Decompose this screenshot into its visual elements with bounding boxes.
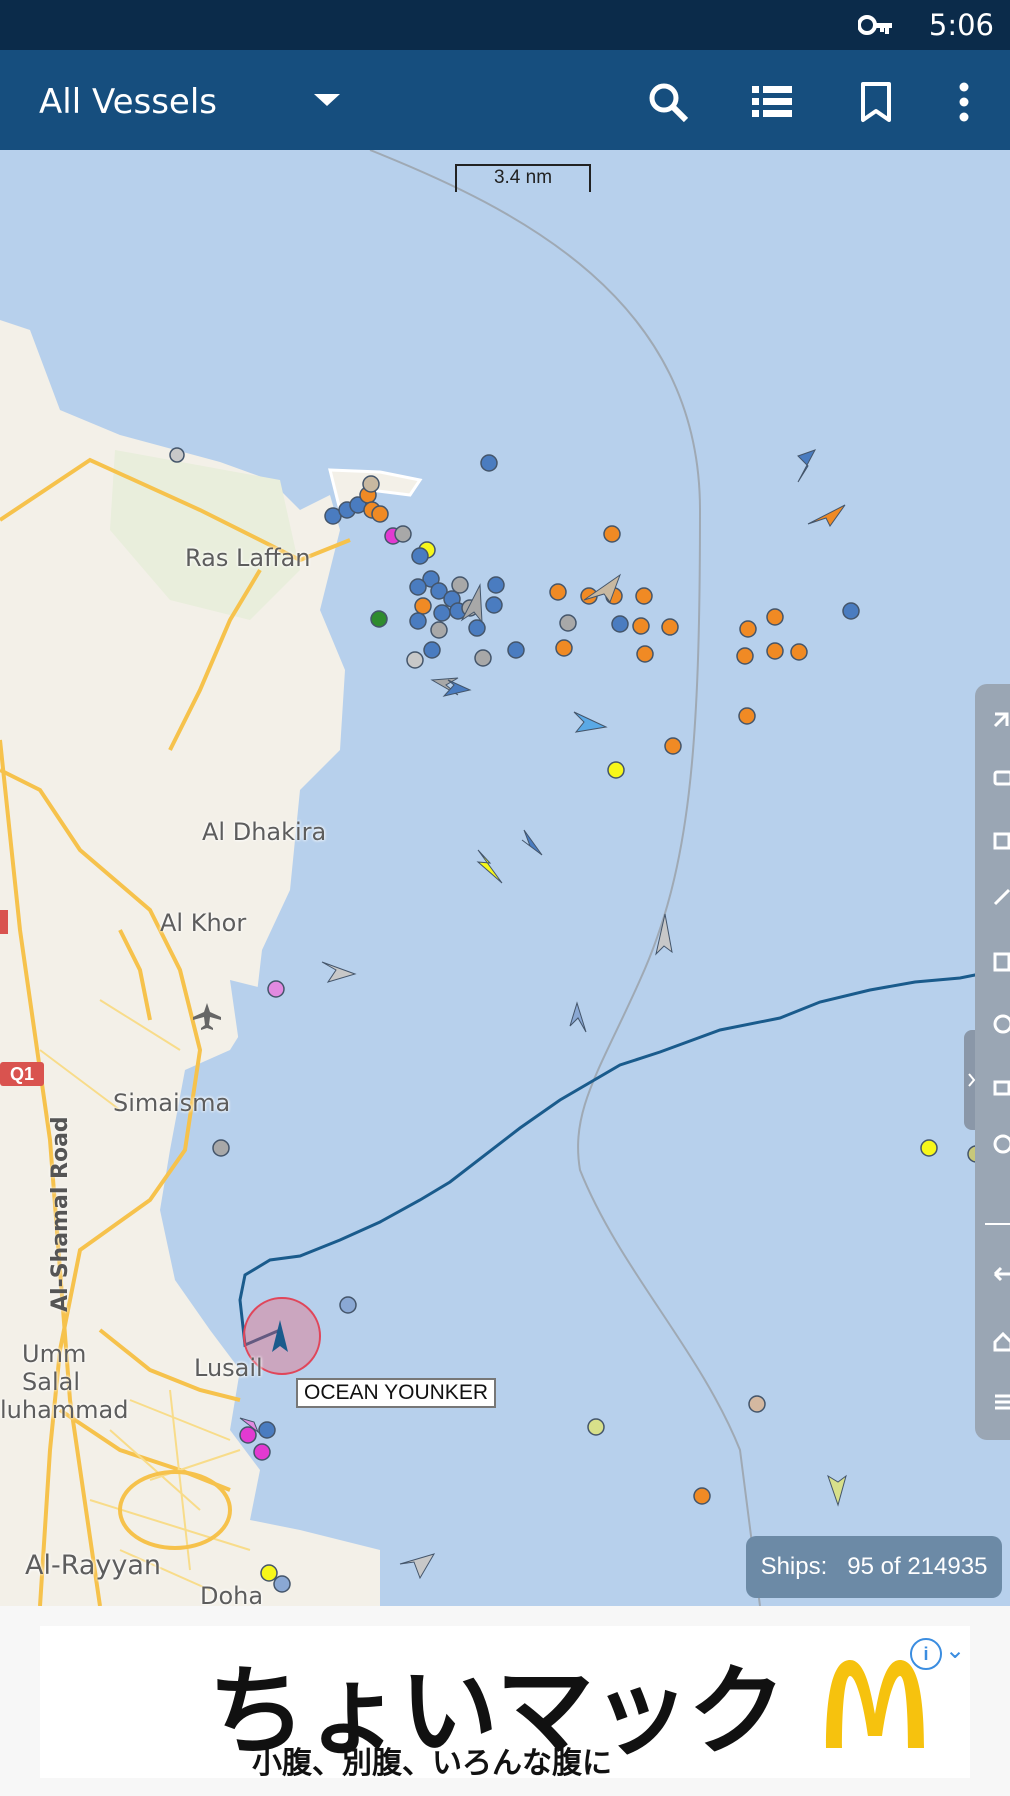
place-ras-laffan: Ras Laffan [185,544,311,572]
place-umm: Umm [22,1340,87,1368]
ships-counter-label: Ships: [760,1553,828,1580]
expand-icon [993,712,1009,728]
calendar-icon [993,832,1010,850]
more-vert-icon[interactable] [940,78,988,126]
clock: 5:06 [928,8,994,42]
bookmark-icon[interactable] [852,78,900,126]
history-icon [993,1134,1010,1154]
road-al-shamal: Al-Shamal Road [48,1116,73,1312]
selected-vessel-label[interactable]: OCEAN YOUNKER [296,1378,496,1408]
place-muhammad: luhammad [0,1396,129,1424]
place-simaisma: Simaisma [113,1089,231,1117]
pencil-icon [993,888,1010,906]
back-icon [993,1266,1010,1282]
road-q1-shield: Q1 [0,1062,44,1086]
vessel-map[interactable]: 3.4 nm Ras Laffan Al Dhakira Al Khor Sim… [0,150,1010,1606]
mcdonalds-logo [820,1656,930,1756]
place-al-rayyan: Al-Rayyan [25,1550,162,1581]
place-al-dhakira: Al Dhakira [202,818,327,846]
ad-info-icon[interactable]: i [910,1638,942,1670]
timer-icon [993,1014,1010,1034]
camera-icon [993,770,1010,786]
ships-counter: Ships: 95 of 214935 [746,1536,1002,1598]
map-scale: 3.4 nm [455,164,591,192]
ad-subline: 小腹、別腹、いろんな腹に [252,1746,612,1781]
home-icon [993,1331,1010,1352]
clipboard-icon [993,952,1010,972]
place-lusail: Lusail [194,1354,263,1382]
gallery-icon [993,1080,1010,1096]
search-icon[interactable] [644,78,692,126]
road-shield-marker [0,910,8,934]
menu-icon [995,1394,1010,1410]
place-doha: Doha [200,1582,264,1606]
place-al-khor: Al Khor [160,909,247,937]
list-view-icon[interactable] [748,78,796,126]
status-bar: 5:06 [0,0,1010,50]
caret-down-icon[interactable] [312,92,342,113]
app-bar: All Vessels [0,50,1010,150]
ad-close-icon[interactable]: ⌄ [945,1636,965,1665]
place-salal: Salal [22,1368,80,1396]
key-icon [857,12,894,43]
ships-counter-value: 95 of 214935 [847,1553,988,1580]
ad-content[interactable]: ちょいマック 小腹、別腹、いろんな腹に i ⌄ [40,1626,970,1781]
vessel-filter-title[interactable]: All Vessels [39,82,217,122]
ad-banner[interactable]: ちょいマック 小腹、別腹、いろんな腹に i ⌄ [0,1606,1010,1796]
map-tool-icons[interactable] [975,684,1010,1440]
vessel-track-line [238,966,1010,1348]
map-tools-panel [975,684,1010,1440]
map-canvas [0,150,1010,1606]
